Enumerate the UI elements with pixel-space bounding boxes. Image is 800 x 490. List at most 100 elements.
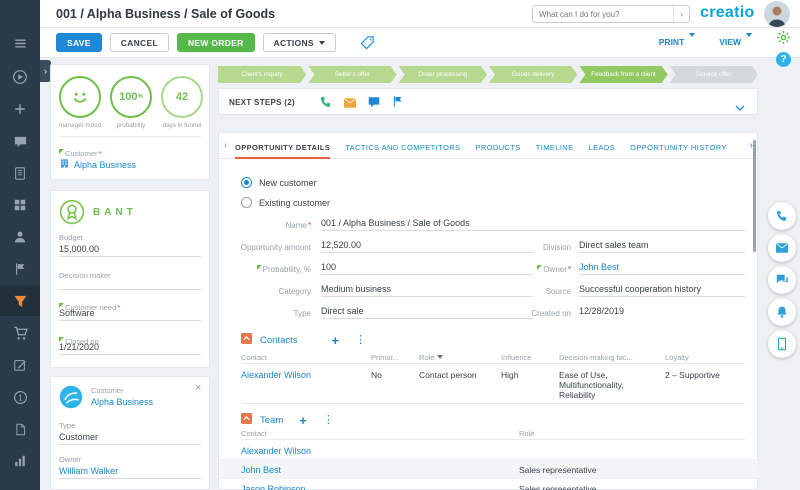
customer-card-name-link[interactable]: Alpha Business: [91, 397, 153, 407]
rail-notifications-bell-button[interactable]: [768, 298, 796, 326]
avatar[interactable]: [764, 1, 790, 27]
cancel-button[interactable]: CANCEL: [110, 33, 169, 52]
stage-order-processing[interactable]: Order processing: [399, 66, 487, 83]
collapse-next-steps-icon[interactable]: [735, 99, 745, 117]
team-row[interactable]: John Best Sales representative: [220, 460, 758, 479]
bant-card: BANT Budget 15,000.00 Decision maker Cus…: [50, 190, 210, 368]
contact-row-name-link[interactable]: Alexander Wilson: [241, 370, 366, 380]
stage-sellers-offer[interactable]: Seller's offer: [308, 66, 396, 83]
contacts-col-factors[interactable]: Decision-making fac...: [559, 353, 633, 362]
tag-icon[interactable]: [360, 35, 375, 50]
new-order-button[interactable]: NEW ORDER: [177, 33, 255, 52]
save-button[interactable]: SAVE: [56, 33, 102, 52]
menu-icon[interactable]: [0, 28, 40, 58]
tab-products[interactable]: PRODUCTS: [475, 133, 520, 159]
stage-feedback[interactable]: Feedback from a client: [579, 66, 667, 83]
probability-indicator: 100%: [110, 76, 152, 118]
close-icon[interactable]: ×: [195, 382, 201, 394]
team-row[interactable]: Alexander Wilson: [220, 441, 758, 460]
global-search: ›: [532, 5, 690, 23]
left-nav: 1: [0, 0, 40, 490]
decision-maker-value[interactable]: [59, 279, 201, 290]
team-col-role[interactable]: Role: [519, 429, 534, 438]
contacts-icon[interactable]: [0, 222, 40, 252]
stage-clients-inquiry[interactable]: Client's inquiry: [218, 66, 306, 83]
contacts-section-title[interactable]: Contacts: [260, 335, 298, 346]
contacts-col-loyalty[interactable]: Loyalty: [665, 353, 689, 362]
owner-label: Owner: [59, 455, 81, 464]
scrollbar-thumb[interactable]: [753, 140, 756, 252]
search-input[interactable]: [533, 10, 673, 19]
customer-link[interactable]: Alpha Business: [74, 160, 136, 170]
help-icon[interactable]: ?: [776, 52, 791, 67]
team-member-link: John Best: [241, 465, 281, 475]
settings-gear-icon[interactable]: [776, 30, 791, 50]
task-flag-icon[interactable]: [391, 95, 404, 113]
chat-icon[interactable]: [367, 95, 381, 114]
rail-email-button[interactable]: [768, 234, 796, 262]
budget-value[interactable]: 15,000.00: [59, 244, 201, 257]
collapse-team-icon[interactable]: [241, 411, 252, 429]
dashboards-icon[interactable]: [0, 190, 40, 220]
tab-opportunity-history[interactable]: OPPORTUNITY HISTORY: [630, 133, 727, 159]
collapse-contacts-icon[interactable]: [241, 331, 252, 349]
chats-icon[interactable]: [0, 126, 40, 156]
documents-icon[interactable]: [0, 414, 40, 444]
actions-button[interactable]: ACTIONS: [263, 33, 336, 52]
tab-leads[interactable]: LEADS: [589, 133, 616, 159]
add-contact-button[interactable]: +: [332, 334, 340, 347]
goals-flag-icon[interactable]: [0, 254, 40, 284]
search-submit-icon[interactable]: ›: [673, 6, 689, 22]
rail-mobile-button[interactable]: [768, 330, 796, 358]
team-row[interactable]: Jason Robinson Sales representative: [220, 479, 758, 490]
contacts-col-role[interactable]: Role: [419, 353, 443, 362]
division-value[interactable]: Direct sales team: [579, 240, 745, 253]
view-button[interactable]: VIEW: [719, 37, 752, 47]
print-button[interactable]: PRINT: [659, 37, 696, 47]
tab-opportunity-details[interactable]: OPPORTUNITY DETAILS: [235, 133, 330, 159]
name-field-value[interactable]: 001 / Alpha Business / Sale of Goods: [321, 218, 745, 231]
probability-unit: %: [138, 94, 143, 100]
add-team-member-button[interactable]: +: [299, 414, 307, 427]
team-col-contact[interactable]: Contact: [241, 429, 267, 438]
stage-goods-delivery[interactable]: Goods delivery: [489, 66, 577, 83]
orders-cart-icon[interactable]: [0, 318, 40, 348]
customer-need-value[interactable]: Software: [59, 308, 201, 321]
rail-chat-button[interactable]: [768, 266, 796, 294]
tab-tactics-and-competitors[interactable]: TACTICS AND COMPETITORS: [345, 133, 460, 159]
opportunity-page-card: ‹ OPPORTUNITY DETAILS TACTICS AND COMPET…: [218, 132, 758, 490]
source-label: Source: [546, 287, 571, 296]
type-value: Customer: [59, 432, 201, 445]
reports-chart-icon[interactable]: [0, 446, 40, 476]
agenda-icon[interactable]: [0, 158, 40, 188]
tabs-scroll-left-icon[interactable]: ‹: [224, 140, 227, 151]
tab-timeline[interactable]: TIMELINE: [536, 133, 574, 159]
team-section-title[interactable]: Team: [260, 415, 283, 426]
run-process-icon[interactable]: [0, 62, 40, 92]
owner-field-value[interactable]: John Best: [579, 262, 745, 275]
add-icon[interactable]: [0, 94, 40, 124]
manager-mood-indicator: [59, 76, 101, 118]
new-customer-radio[interactable]: [241, 177, 252, 188]
rail-call-button[interactable]: [768, 202, 796, 230]
days-in-funnel-indicator: 42: [161, 76, 203, 118]
opportunities-funnel-icon[interactable]: [0, 286, 40, 316]
call-icon[interactable]: [319, 95, 333, 114]
compose-icon[interactable]: [0, 350, 40, 380]
stage-service-offer[interactable]: Service offer: [670, 66, 758, 83]
contacts-col-influence[interactable]: Influence: [501, 353, 531, 362]
contacts-menu-button[interactable]: ⋮: [355, 335, 366, 346]
next-steps-bar: NEXT STEPS (2): [218, 88, 758, 115]
team-menu-button[interactable]: ⋮: [323, 415, 334, 426]
existing-customer-radio[interactable]: [241, 197, 252, 208]
division-label: Division: [543, 243, 571, 252]
email-icon[interactable]: [343, 96, 357, 114]
contacts-col-contact[interactable]: Contact: [241, 353, 267, 362]
stage-progress-bar: Client's inquiry Seller's offer Order pr…: [218, 66, 758, 83]
creatio-logo: creatio: [700, 4, 755, 22]
owner-value-link[interactable]: William Walker: [59, 466, 201, 479]
source-value[interactable]: Successful cooperation history: [579, 284, 745, 297]
contacts-col-primary[interactable]: Primar...: [371, 353, 399, 362]
notifications-icon[interactable]: 1: [0, 382, 40, 412]
closed-on-value[interactable]: 1/21/2020: [59, 342, 201, 355]
